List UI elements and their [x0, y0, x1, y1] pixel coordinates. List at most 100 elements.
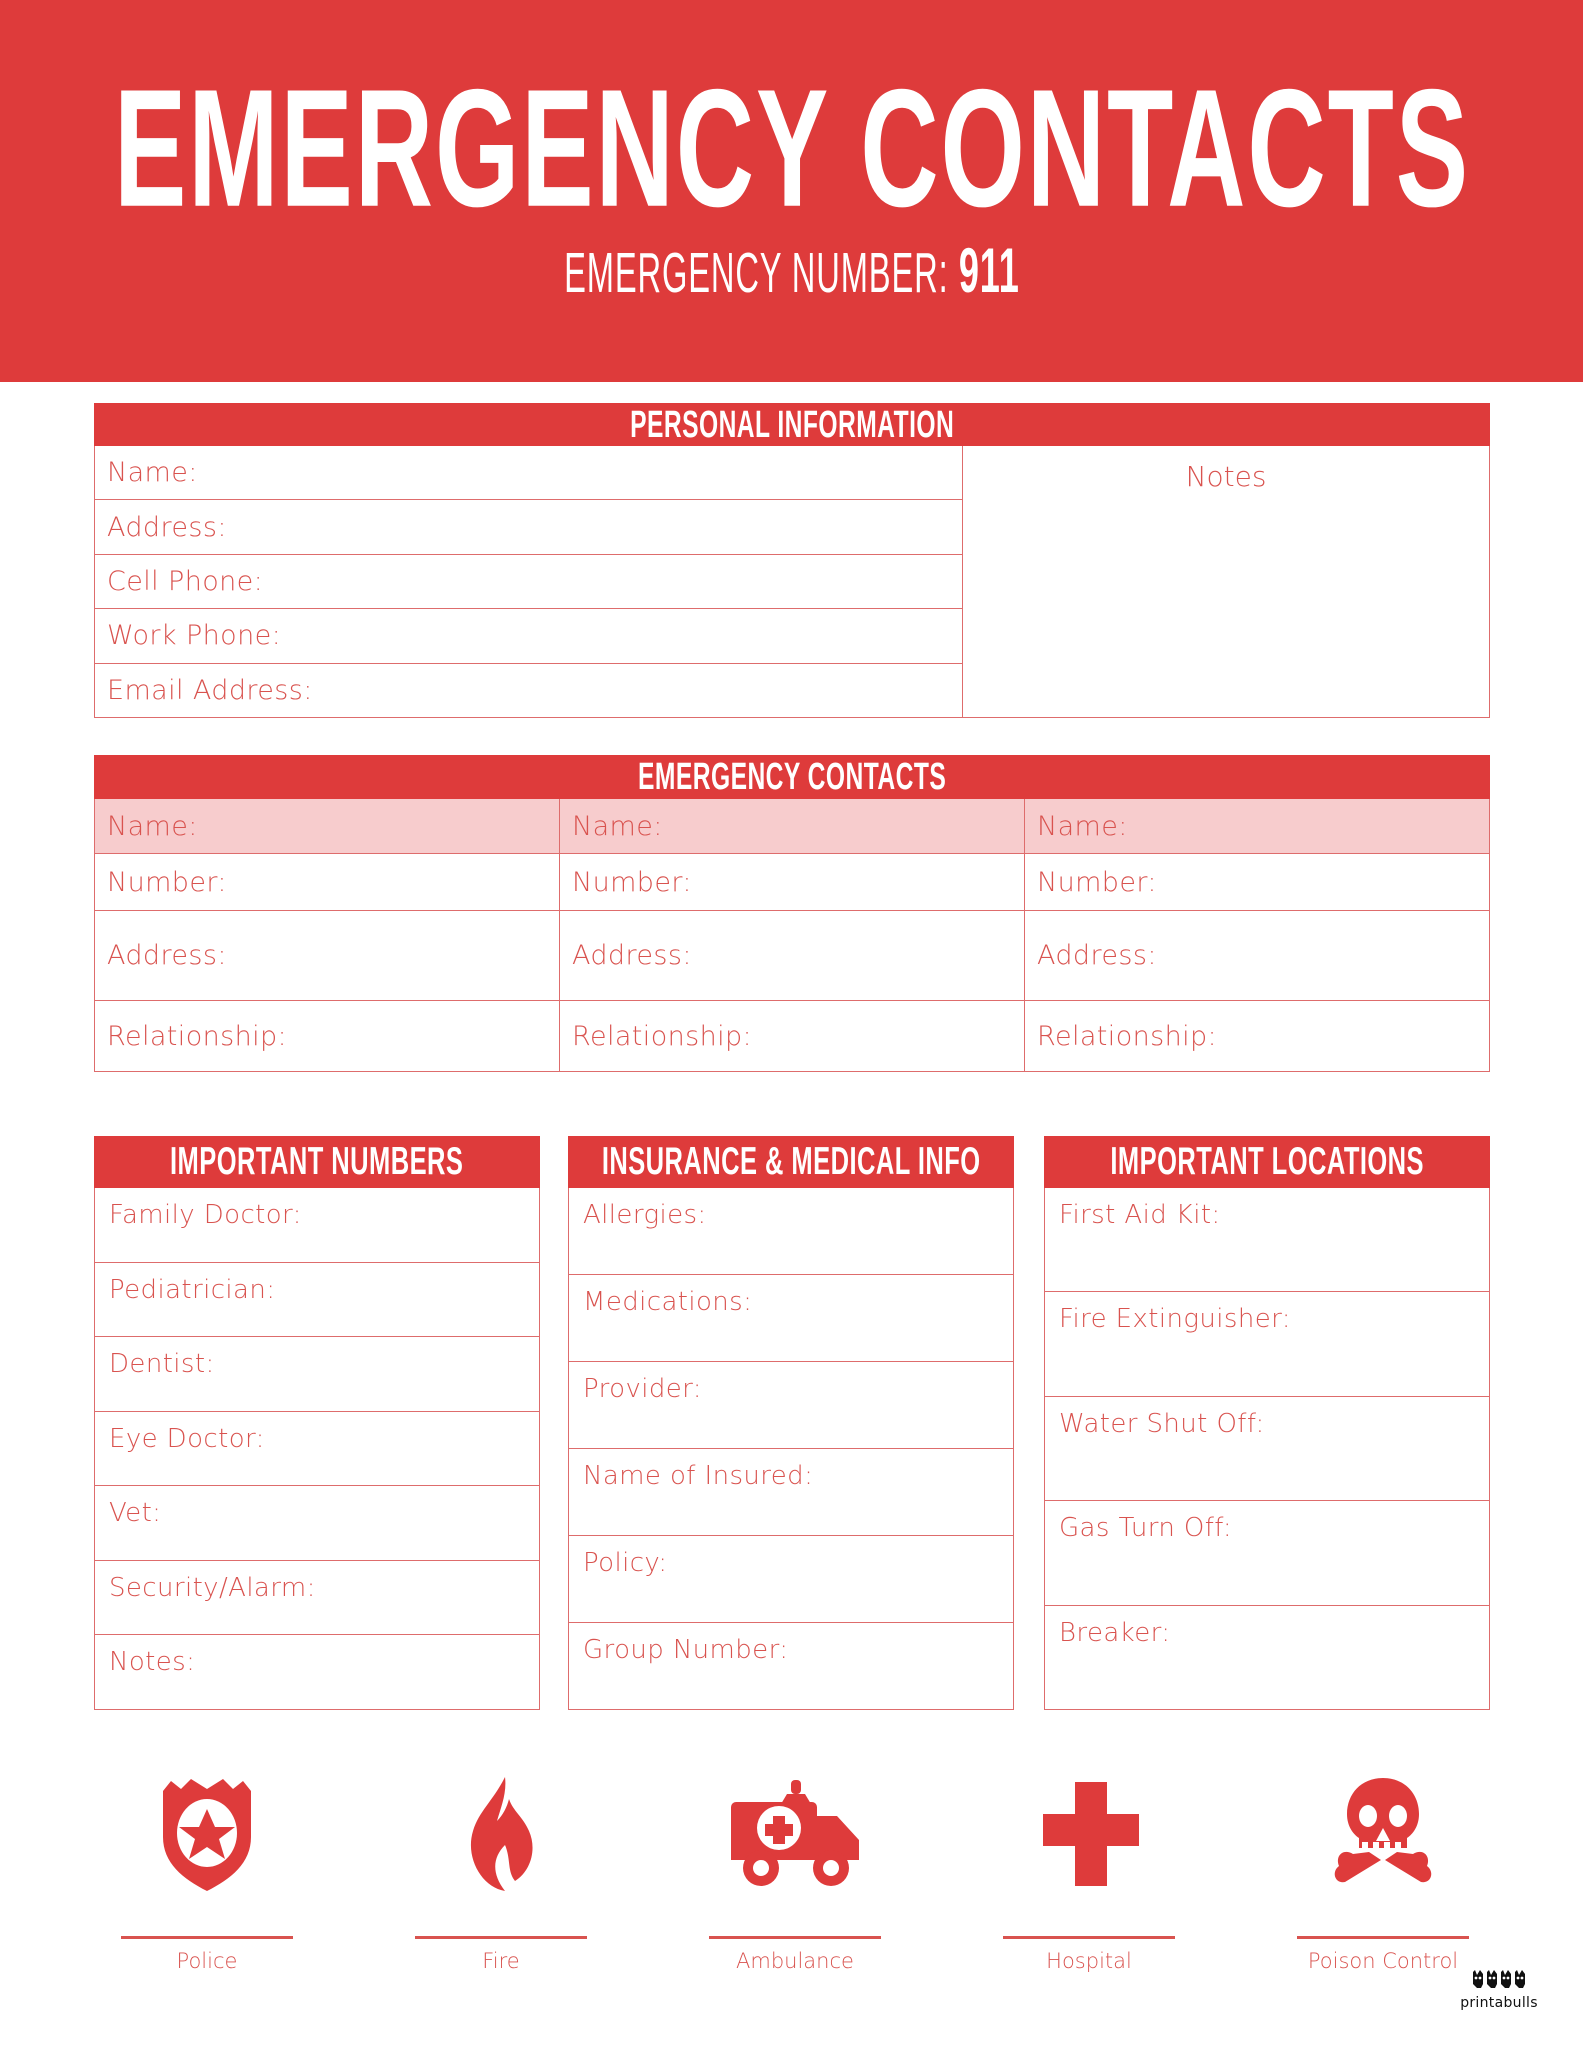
insurance-medical-body: Allergies: Medications: Provider: Name o… — [568, 1188, 1014, 1710]
icon-item-poison-control: Poison Control — [1236, 1748, 1530, 1973]
field-label-water-shut-off: Water Shut Off: — [1059, 1408, 1265, 1439]
field-label-pediatrician: Pediatrician: — [109, 1274, 276, 1305]
icon-label-ambulance: Ambulance — [736, 1949, 854, 1973]
ambulance-icon — [725, 1774, 865, 1894]
notes-title: Notes — [1185, 460, 1267, 493]
field-label-name: Name: — [107, 457, 198, 489]
personal-information-body: Name: Address: Cell Phone: Work Phone: E… — [94, 446, 1490, 718]
contact-3-relationship-cell[interactable]: Relationship: — [1025, 1001, 1489, 1071]
emergency-number-value: 911 — [958, 235, 1020, 306]
icon-item-ambulance: Ambulance — [648, 1748, 942, 1973]
field-row-dentist[interactable]: Dentist: — [95, 1337, 539, 1412]
emergency-number-line: EMERGENCY NUMBER: 911 — [563, 235, 1020, 306]
icon-underline-poison-control — [1297, 1936, 1469, 1939]
police-badge-icon — [155, 1774, 259, 1894]
icon-underline-ambulance — [709, 1936, 881, 1939]
field-label-address: Address: — [107, 511, 227, 543]
table-row-address: Address: Address: Address: — [95, 911, 1489, 1001]
icon-label-police: Police — [176, 1949, 238, 1973]
contact-1-number-label: Number: — [107, 866, 227, 898]
field-row-email-address[interactable]: Email Address: — [95, 664, 962, 717]
field-label-name-of-insured: Name of Insured: — [583, 1461, 814, 1491]
field-label-provider: Provider: — [583, 1374, 702, 1404]
field-row-breaker[interactable]: Breaker: — [1045, 1606, 1489, 1709]
field-row-cell-phone[interactable]: Cell Phone: — [95, 555, 962, 610]
contact-2-number-cell[interactable]: Number: — [560, 854, 1025, 910]
contact-2-address-label: Address: — [572, 940, 692, 971]
table-row-name: Name: Name: Name: — [95, 799, 1489, 854]
printabulls-bulldogs-logo — [1473, 1970, 1525, 1988]
field-row-family-doctor[interactable]: Family Doctor: — [95, 1188, 539, 1263]
emergency-number-label: EMERGENCY NUMBER: — [563, 242, 949, 306]
field-row-first-aid-kit[interactable]: First Aid Kit: — [1045, 1188, 1489, 1293]
icon-item-police: Police — [60, 1748, 354, 1973]
table-row-relationship: Relationship: Relationship: Relationship… — [95, 1001, 1489, 1071]
icon-underline-police — [121, 1936, 293, 1939]
field-row-security-alarm[interactable]: Security/Alarm: — [95, 1561, 539, 1636]
notes-area[interactable]: Notes — [962, 446, 1490, 718]
important-locations-heading: IMPORTANT LOCATIONS — [1044, 1136, 1490, 1188]
skull-crossbones-icon — [1331, 1774, 1435, 1894]
contact-3-address-label: Address: — [1037, 940, 1157, 971]
contact-1-name-label: Name: — [107, 810, 198, 842]
field-row-fire-extinguisher[interactable]: Fire Extinguisher: — [1045, 1292, 1489, 1397]
insurance-medical-heading: INSURANCE & MEDICAL INFO — [568, 1136, 1014, 1188]
contact-3-number-label: Number: — [1037, 866, 1157, 898]
field-label-allergies: Allergies: — [583, 1200, 707, 1230]
icon-item-hospital: Hospital — [942, 1748, 1236, 1973]
contact-3-name-cell[interactable]: Name: — [1025, 799, 1489, 853]
personal-information-fields: Name: Address: Cell Phone: Work Phone: E… — [94, 446, 962, 718]
field-row-vet[interactable]: Vet: — [95, 1486, 539, 1561]
personal-information-section: PERSONAL INFORMATION Name: Address: Cell… — [94, 403, 1490, 718]
field-row-pediatrician[interactable]: Pediatrician: — [95, 1263, 539, 1338]
icon-label-fire: Fire — [482, 1949, 520, 1973]
field-row-name-of-insured[interactable]: Name of Insured: — [569, 1449, 1013, 1536]
field-row-name[interactable]: Name: — [95, 446, 962, 501]
important-numbers-section: IMPORTANT NUMBERS Family Doctor: Pediatr… — [94, 1136, 540, 1710]
contact-2-relationship-cell[interactable]: Relationship: — [560, 1001, 1025, 1071]
field-row-medications[interactable]: Medications: — [569, 1275, 1013, 1362]
contact-3-name-label: Name: — [1037, 810, 1128, 842]
medical-cross-icon — [1037, 1774, 1141, 1894]
contact-1-number-cell[interactable]: Number: — [95, 854, 560, 910]
important-locations-section: IMPORTANT LOCATIONS First Aid Kit: Fire … — [1044, 1136, 1490, 1710]
important-locations-body: First Aid Kit: Fire Extinguisher: Water … — [1044, 1188, 1490, 1710]
field-row-gas-turn-off[interactable]: Gas Turn Off: — [1045, 1501, 1489, 1606]
contact-1-name-cell[interactable]: Name: — [95, 799, 560, 853]
icon-label-poison-control: Poison Control — [1307, 1949, 1459, 1973]
personal-information-heading: PERSONAL INFORMATION — [94, 403, 1490, 446]
field-label-dentist: Dentist: — [109, 1349, 215, 1380]
field-row-notes[interactable]: Notes: — [95, 1635, 539, 1709]
field-row-allergies[interactable]: Allergies: — [569, 1188, 1013, 1275]
field-label-email-address: Email Address: — [107, 674, 313, 706]
field-label-first-aid-kit: First Aid Kit: — [1059, 1200, 1221, 1230]
icon-underline-fire — [415, 1936, 587, 1939]
field-label-cell-phone: Cell Phone: — [107, 566, 264, 598]
insurance-medical-section: INSURANCE & MEDICAL INFO Allergies: Medi… — [568, 1136, 1014, 1710]
page-title: EMERGENCY CONTACTS — [113, 55, 1470, 243]
field-row-eye-doctor[interactable]: Eye Doctor: — [95, 1412, 539, 1487]
field-label-eye-doctor: Eye Doctor: — [109, 1423, 265, 1454]
field-row-policy[interactable]: Policy: — [569, 1536, 1013, 1623]
contact-1-relationship-cell[interactable]: Relationship: — [95, 1001, 560, 1071]
contact-3-address-cell[interactable]: Address: — [1025, 911, 1489, 1000]
emergency-contacts-heading: EMERGENCY CONTACTS — [94, 755, 1490, 799]
contact-2-name-cell[interactable]: Name: — [560, 799, 1025, 853]
contact-3-number-cell[interactable]: Number: — [1025, 854, 1489, 910]
contact-2-relationship-label: Relationship: — [572, 1020, 753, 1052]
field-label-security-alarm: Security/Alarm: — [109, 1572, 316, 1603]
field-label-vet: Vet: — [109, 1498, 162, 1529]
table-row-number: Number: Number: Number: — [95, 854, 1489, 911]
fire-flame-icon — [463, 1774, 539, 1894]
field-row-group-number[interactable]: Group Number: — [569, 1623, 1013, 1709]
field-row-work-phone[interactable]: Work Phone: — [95, 609, 962, 664]
field-label-policy: Policy: — [583, 1548, 668, 1578]
contact-1-address-cell[interactable]: Address: — [95, 911, 560, 1000]
field-row-address[interactable]: Address: — [95, 500, 962, 555]
emergency-contacts-section: EMERGENCY CONTACTS Name: Name: Name: Num… — [94, 755, 1490, 1072]
field-row-water-shut-off[interactable]: Water Shut Off: — [1045, 1397, 1489, 1502]
contact-1-address-label: Address: — [107, 940, 227, 971]
printabulls-watermark: printabulls — [1444, 1968, 1554, 2011]
field-row-provider[interactable]: Provider: — [569, 1362, 1013, 1449]
contact-2-address-cell[interactable]: Address: — [560, 911, 1025, 1000]
